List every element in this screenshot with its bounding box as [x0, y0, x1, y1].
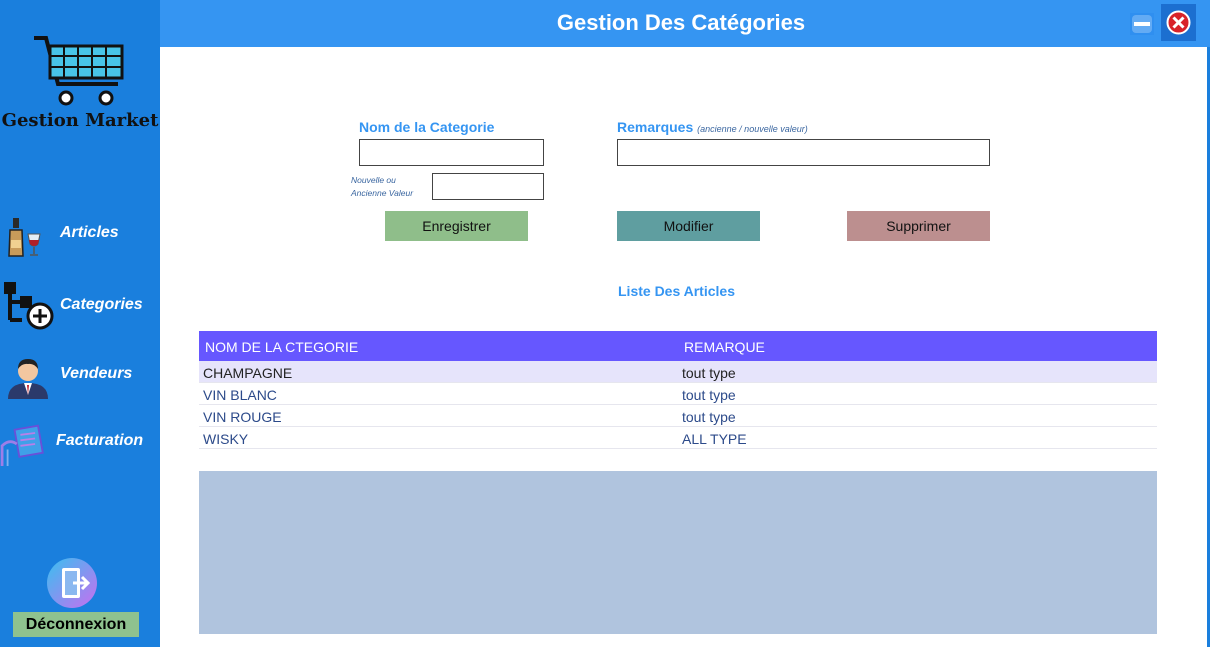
cell-name: CHAMPAGNE: [203, 365, 293, 381]
sidebar-item-label: Facturation: [56, 432, 144, 449]
table-header: NOM DE LA CTEGORIE REMARQUE: [199, 331, 1157, 361]
edit-button[interactable]: Modifier: [617, 211, 760, 241]
table-row[interactable]: WISKY ALL TYPE: [199, 427, 1157, 449]
sidebar-item-facturation[interactable]: Facturation: [0, 418, 160, 468]
category-name-input[interactable]: [359, 139, 544, 166]
table-row[interactable]: VIN BLANC tout type: [199, 383, 1157, 405]
old-value-label-line2: Ancienne Valeur: [351, 188, 414, 198]
title-bar: Gestion Des Catégories: [160, 0, 1210, 47]
sidebar-item-articles[interactable]: Articles: [0, 210, 160, 260]
cell-name: WISKY: [203, 431, 249, 447]
page-title: Gestion Des Catégories: [556, 10, 806, 35]
category-tree-add-icon: [4, 282, 54, 330]
remarks-hint: (ancienne / nouvelle valeur): [697, 124, 808, 134]
exit-door-icon: [62, 568, 91, 598]
cell-remark: tout type: [682, 409, 736, 425]
cell-remark: tout type: [682, 365, 736, 381]
old-value-label-line1: Nouvelle ou: [351, 175, 396, 185]
cell-remark: ALL TYPE: [682, 431, 747, 447]
cell-name: VIN BLANC: [203, 387, 277, 403]
logout-icon[interactable]: [47, 558, 97, 608]
close-button[interactable]: [1161, 4, 1196, 41]
old-value-input[interactable]: [432, 173, 544, 200]
close-icon: [1166, 10, 1191, 35]
brand-name: Gestion Market: [1, 110, 159, 131]
remarks-label-text: Remarques: [617, 119, 694, 135]
table-empty-area: [199, 471, 1157, 634]
list-title: Liste Des Articles: [618, 283, 735, 299]
minimize-button[interactable]: [1130, 13, 1154, 35]
sidebar: Gestion Market Articles Categories Vende…: [0, 0, 160, 647]
logout-button[interactable]: Déconnexion: [13, 612, 139, 637]
sidebar-item-label: Categories: [60, 296, 143, 313]
column-header-name[interactable]: NOM DE LA CTEGORIE: [205, 339, 358, 355]
wine-bottle-icon: [8, 218, 41, 257]
table-row[interactable]: CHAMPAGNE tout type: [199, 361, 1157, 383]
minimize-icon: [1132, 15, 1152, 33]
shopping-cart-logo-icon: [34, 36, 124, 106]
invoice-icon: [0, 424, 44, 466]
categories-table: NOM DE LA CTEGORIE REMARQUE CHAMPAGNE to…: [199, 331, 1157, 449]
category-name-label: Nom de la Categorie: [359, 119, 495, 135]
table-row[interactable]: VIN ROUGE tout type: [199, 405, 1157, 427]
column-header-remark[interactable]: REMARQUE: [684, 339, 765, 355]
cell-remark: tout type: [682, 387, 736, 403]
sidebar-item-label: Articles: [60, 224, 119, 241]
remarks-input[interactable]: [617, 139, 990, 166]
sidebar-item-categories[interactable]: Categories: [0, 282, 160, 332]
sidebar-item-vendeurs[interactable]: Vendeurs: [0, 351, 160, 401]
sidebar-item-label: Vendeurs: [60, 365, 133, 382]
old-value-label: Nouvelle ou Ancienne Valeur: [351, 174, 431, 200]
cell-name: VIN ROUGE: [203, 409, 282, 425]
remarks-label: Remarques (ancienne / nouvelle valeur): [617, 119, 808, 135]
seller-person-icon: [8, 359, 48, 399]
delete-button[interactable]: Supprimer: [847, 211, 990, 241]
save-button[interactable]: Enregistrer: [385, 211, 528, 241]
